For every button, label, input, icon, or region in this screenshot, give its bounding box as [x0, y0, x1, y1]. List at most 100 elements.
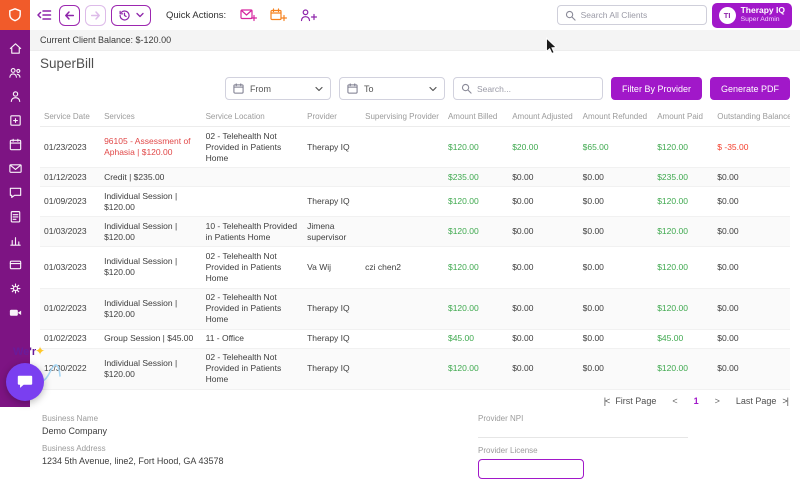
next-page-button[interactable]: >	[715, 396, 720, 406]
cell-amount-paid: $120.00	[653, 348, 714, 390]
forward-button[interactable]	[85, 4, 106, 26]
quick-actions	[240, 8, 318, 22]
chevron-down-icon	[429, 86, 437, 91]
sidebar-item-mail[interactable]	[8, 161, 23, 176]
reports-icon	[9, 237, 21, 246]
chat-launcher-button[interactable]	[6, 363, 44, 401]
sidebar-item-notes[interactable]	[8, 209, 23, 224]
last-page-label: Last Page	[735, 395, 777, 406]
sidebar-item-home[interactable]	[8, 41, 23, 56]
cell-service-date: 12/30/2022	[40, 348, 101, 390]
chevron-down-icon	[136, 12, 144, 18]
table-search	[452, 77, 603, 100]
from-date-select[interactable]: From	[224, 77, 331, 100]
cell-service-location	[201, 186, 304, 218]
business-info-right: Provider NPI Provider License	[478, 414, 788, 479]
cell-services: Credit | $235.00	[100, 167, 202, 188]
cell-provider: Therapy IQ	[303, 126, 362, 169]
cell-amount-billed: $120.00	[443, 246, 509, 289]
sidebar-item-billing[interactable]	[8, 257, 23, 272]
table-row[interactable]: 01/02/2023 Group Session | $45.00 11 - O…	[40, 329, 790, 349]
sidebar-item-settings[interactable]	[8, 281, 23, 296]
cell-amount-adjusted: $0.00	[508, 348, 579, 390]
cell-service-location: 02 - Telehealth Not Provided in Patients…	[201, 348, 304, 390]
cell-amount-adjusted: $0.00	[508, 167, 579, 188]
history-dropdown-button[interactable]	[111, 4, 151, 26]
user-icon	[10, 91, 20, 103]
profile-button[interactable]: TI Therapy IQ Super Admin	[711, 2, 792, 28]
sidebar-item-profile[interactable]	[8, 89, 23, 104]
cell-amount-billed: $120.00	[443, 216, 509, 248]
provider-license-input[interactable]	[478, 458, 584, 479]
table-row[interactable]: 01/03/2023 Individual Session | $120.00 …	[40, 216, 790, 248]
cell-services: Individual Session | $120.00	[100, 246, 202, 289]
business-name-value: Demo Company	[42, 425, 108, 436]
cell-services: Individual Session | $120.00	[100, 348, 202, 390]
forward-arrow-icon	[90, 10, 100, 20]
table-row[interactable]: 01/09/2023 Individual Session | $120.00 …	[40, 186, 790, 218]
cell-service-location: 02 - Telehealth Not Provided in Patients…	[201, 288, 304, 330]
cell-services: 96105 - Assessment of Aphasia | $120.00	[100, 126, 202, 169]
balance-bar: Current Client Balance: $-120.00	[30, 30, 800, 51]
sidebar-item-clinic[interactable]	[8, 113, 23, 128]
to-date-label: To	[363, 83, 374, 94]
cell-provider: Therapy IQ	[303, 348, 362, 390]
mail-plus-icon	[240, 9, 258, 22]
table-row[interactable]: 01/02/2023 Individual Session | $120.00 …	[40, 288, 790, 330]
sidebar-item-video[interactable]	[8, 305, 23, 320]
cell-outstanding-balance: $0.00	[713, 329, 790, 349]
generate-pdf-button[interactable]: Generate PDF	[709, 77, 790, 100]
sidebar-item-clients[interactable]	[8, 65, 23, 80]
table-row[interactable]: 01/12/2023 Credit | $235.00 $235.00 $0.0…	[40, 167, 790, 188]
cell-amount-paid: $120.00	[653, 216, 714, 248]
current-page[interactable]: 1	[694, 396, 699, 406]
cell-amount-refunded: $0.00	[578, 246, 654, 289]
business-info-left: Business Name Demo Company Business Addr…	[42, 414, 478, 479]
billing-icon	[9, 260, 21, 270]
provider-npi-input[interactable]	[478, 425, 688, 438]
to-date-select[interactable]: To	[338, 77, 445, 100]
col-services: Services	[100, 107, 202, 127]
cell-amount-billed: $120.00	[443, 186, 509, 218]
cell-service-date: 01/03/2023	[40, 246, 101, 289]
cell-outstanding-balance: $0.00	[713, 288, 790, 330]
sidebar-item-calendar[interactable]	[8, 137, 23, 152]
table-row[interactable]: 01/03/2023 Individual Session | $120.00 …	[40, 246, 790, 289]
cell-amount-refunded: $0.00	[578, 167, 654, 188]
page-title: SuperBill	[40, 56, 95, 71]
sidebar-item-chat[interactable]	[8, 185, 23, 200]
business-info-section: Business Name Demo Company Business Addr…	[40, 410, 790, 479]
table-search-input[interactable]	[476, 83, 595, 94]
back-button[interactable]	[59, 4, 80, 26]
new-message-button[interactable]	[240, 8, 258, 22]
cell-services: Individual Session | $120.00	[100, 186, 202, 218]
new-appointment-button[interactable]	[270, 8, 288, 22]
cell-supervising-provider	[361, 288, 444, 330]
client-search	[556, 5, 707, 25]
provider-npi-label: Provider NPI	[478, 413, 524, 423]
col-amount-adjusted: Amount Adjusted	[508, 107, 579, 127]
cell-amount-paid: $120.00	[653, 126, 714, 169]
table-row[interactable]: 01/23/2023 96105 - Assessment of Aphasia…	[40, 126, 790, 169]
gear-icon	[9, 283, 21, 294]
table-row[interactable]: 12/30/2022 Individual Session | $120.00 …	[40, 348, 790, 390]
cell-outstanding-balance: $0.00	[713, 167, 790, 188]
prev-page-button[interactable]: <	[672, 396, 677, 406]
col-outstanding-balance: Outstanding Balance	[713, 107, 790, 127]
sidebar-item-reports[interactable]	[8, 233, 23, 248]
filter-by-provider-button[interactable]: Filter By Provider	[610, 77, 702, 100]
cell-service-location	[201, 167, 304, 188]
cell-amount-paid: $120.00	[653, 246, 714, 289]
calendar-icon	[233, 83, 244, 94]
new-client-button[interactable]	[300, 8, 318, 22]
cell-amount-refunded: $0.00	[578, 288, 654, 330]
first-page-button[interactable]: |< First Page	[604, 396, 657, 406]
cell-amount-refunded: $0.00	[578, 329, 654, 349]
clients-icon	[8, 68, 20, 78]
filter-row: From To Filter By Provider Generate PDF	[40, 77, 790, 100]
client-search-input[interactable]	[580, 10, 699, 20]
first-page-icon: |<	[603, 395, 611, 406]
col-amount-refunded: Amount Refunded	[578, 107, 654, 127]
collapse-sidebar-button[interactable]	[36, 8, 52, 22]
last-page-button[interactable]: Last Page >|	[735, 395, 789, 406]
